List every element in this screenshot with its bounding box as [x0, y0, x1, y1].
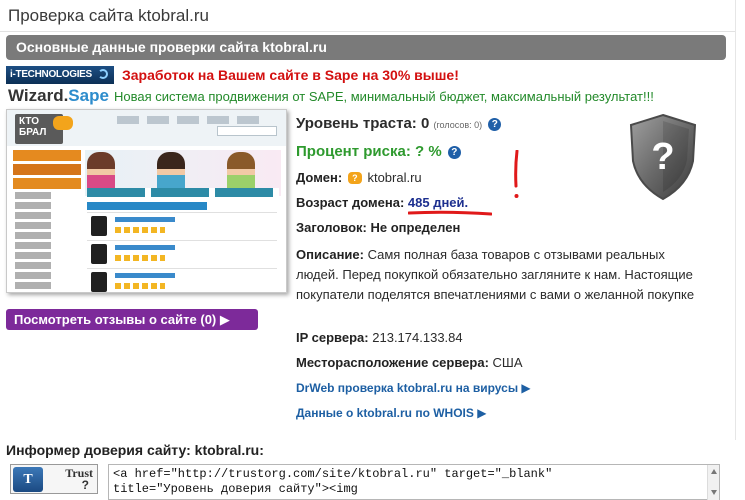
domain-value: ktobral.ru: [367, 170, 422, 185]
wizard-sape-accent: Sape: [68, 86, 109, 105]
trust-value: 0: [420, 115, 430, 132]
ip-value: 213.174.133.84: [372, 330, 463, 345]
risk-label: Процент риска:: [296, 143, 411, 160]
informer-code-textarea[interactable]: <a href="http://trustorg.com/site/ktobra…: [108, 464, 720, 500]
server-location-label: Месторасположение сервера:: [296, 355, 489, 370]
question-bubble-icon: ?: [347, 172, 362, 184]
section-header: Основные данные проверки сайта ktobral.r…: [6, 35, 726, 60]
red-exclamation-annotation: [514, 150, 519, 198]
right-divider: [735, 0, 736, 440]
domain-row: Домен: ? ktobral.ru: [296, 170, 422, 185]
i-technologies-logo-text: i-TECHNOLOGIES: [10, 69, 92, 80]
red-underline-annotation: [408, 210, 492, 216]
page-title: Проверка сайта ktobral.ru: [8, 6, 209, 25]
informer-title: Информер доверия сайту: ktobral.ru:: [6, 442, 264, 458]
ip-label: IP сервера:: [296, 330, 369, 345]
risk-percent-row: Процент риска: ? % ?: [296, 143, 461, 160]
server-location-value: США: [492, 355, 523, 370]
question-bubble-icon: [53, 116, 73, 130]
header-value: Не определен: [370, 220, 461, 235]
thumb-product-card: [87, 240, 277, 266]
domain-age-label: Возраст домена:: [296, 195, 405, 210]
thumb-section-bar: [87, 202, 207, 210]
help-icon[interactable]: ?: [488, 118, 502, 131]
thumb-logo: КТО БРАЛ: [15, 114, 73, 144]
i-technologies-logo[interactable]: i-TECHNOLOGIES: [6, 66, 114, 84]
sape-ad-link[interactable]: Заработок на Вашем сайте в Sape на 30% в…: [122, 67, 459, 83]
whois-link[interactable]: Данные о ktobral.ru по WHOIS ▶: [296, 406, 486, 420]
server-location-row: Месторасположение сервера: США: [296, 355, 523, 370]
shield-question-icon: ?: [629, 113, 697, 201]
wizard-sape-logo[interactable]: Wizard.Sape: [8, 86, 109, 106]
thumb-sidebar: [13, 150, 81, 292]
thumb-product-card: [87, 268, 277, 292]
swoosh-icon: [97, 69, 108, 80]
thumb-tabs: [87, 188, 279, 197]
code-scrollbar[interactable]: [707, 465, 719, 500]
trust-label: Уровень траста:: [296, 115, 417, 132]
scroll-up-icon[interactable]: [711, 469, 717, 474]
help-icon[interactable]: ?: [447, 146, 461, 159]
trust-badge-value: ?: [81, 478, 89, 492]
drweb-check-link[interactable]: DrWeb проверка ktobral.ru на вирусы ▶: [296, 381, 531, 395]
trust-level-row: Уровень траста: 0 (голосов: 0) ?: [296, 115, 502, 132]
domain-age-value: 485 дней.: [407, 195, 469, 210]
header-row: Заголовок: Не определен: [296, 220, 460, 235]
domain-label: Домен:: [296, 170, 343, 185]
thumb-topnav: [117, 116, 267, 124]
thumb-product-card: [87, 212, 277, 238]
header-label: Заголовок:: [296, 220, 367, 235]
ip-row: IP сервера: 213.174.133.84: [296, 330, 463, 345]
thumb-search: [217, 126, 277, 136]
site-screenshot-thumbnail[interactable]: КТО БРАЛ: [6, 109, 287, 293]
domain-age-row: Возраст домена: 485 дней.: [296, 195, 468, 210]
view-reviews-button[interactable]: Посмотреть отзывы о сайте (0) ▶: [6, 309, 258, 330]
description-row: Описание: Самя полная база товаров с отз…: [296, 245, 706, 305]
thumb-logo-text: КТО БРАЛ: [19, 116, 47, 138]
wizard-sape-brand: Wizard.: [8, 86, 69, 105]
title-divider: [0, 31, 735, 32]
trust-informer-badge[interactable]: T Trust ?: [10, 464, 98, 494]
trust-logo-icon: T: [13, 467, 43, 492]
risk-value: ? %: [415, 143, 442, 160]
thumb-header: КТО БРАЛ: [7, 110, 286, 146]
shield-symbol: ?: [651, 136, 674, 178]
trust-votes: (голосов: 0): [433, 120, 483, 130]
wizard-sape-ad-link[interactable]: Новая система продвижения от SAPE, миним…: [114, 89, 654, 104]
scroll-down-icon[interactable]: [711, 490, 717, 495]
description-label: Описание:: [296, 247, 364, 262]
